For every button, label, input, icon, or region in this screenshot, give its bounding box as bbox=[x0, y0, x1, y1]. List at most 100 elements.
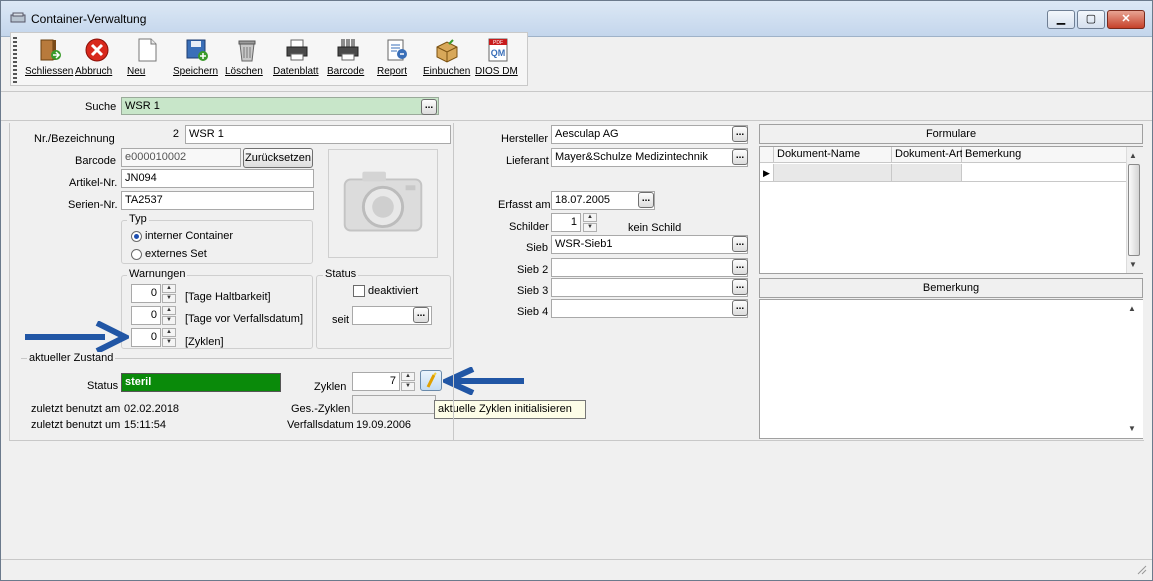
zyklen-warnung-label: [Zyklen] bbox=[185, 336, 224, 348]
formulare-scrollbar[interactable]: ▲ ▼ bbox=[1126, 147, 1143, 273]
einbuchen-label: Einbuchen bbox=[423, 66, 471, 77]
benutzt-am-label: zuletzt benutzt am bbox=[31, 403, 121, 415]
resize-grip-icon[interactable] bbox=[1135, 563, 1147, 575]
spin-up-icon[interactable]: ▲ bbox=[162, 284, 176, 293]
container-photo[interactable] bbox=[328, 149, 438, 258]
scroll-down-icon[interactable]: ▼ bbox=[1129, 260, 1137, 269]
tage-verfall-input[interactable]: 0 bbox=[131, 306, 161, 325]
grid-cell-name[interactable] bbox=[774, 164, 892, 182]
sieb2-field[interactable] bbox=[551, 258, 748, 277]
dios-dm-button[interactable]: PDF QM DIOS DM bbox=[475, 37, 521, 84]
sieb4-label: Sieb 4 bbox=[517, 306, 549, 318]
grid-corner bbox=[760, 147, 774, 163]
datenblatt-button[interactable]: Datenblatt bbox=[273, 37, 321, 84]
formulare-header: Formulare bbox=[759, 124, 1143, 144]
externes-set-radio[interactable] bbox=[131, 249, 142, 260]
tage-haltbarkeit-input[interactable]: 0 bbox=[131, 284, 161, 303]
loeschen-button[interactable]: Löschen bbox=[225, 37, 269, 84]
lieferant-lookup-button[interactable]: ... bbox=[732, 149, 748, 165]
tage-verfall-label: [Tage vor Verfallsdatum] bbox=[185, 313, 304, 325]
sieb3-field[interactable] bbox=[551, 278, 748, 297]
exit-door-icon bbox=[40, 39, 61, 61]
scroll-up-icon[interactable]: ▲ bbox=[1129, 151, 1137, 160]
lieferant-field[interactable]: Mayer&Schulze Medizintechnik bbox=[551, 148, 748, 167]
spin-up-icon[interactable]: ▲ bbox=[162, 328, 176, 337]
schilder-spinner[interactable]: ▲ ▼ bbox=[583, 213, 601, 232]
tage-verfall-spinner[interactable]: ▲ ▼ bbox=[162, 306, 180, 325]
toolbar-grip[interactable] bbox=[13, 37, 17, 83]
content-bottom-border bbox=[9, 440, 1144, 441]
spin-down-icon[interactable]: ▼ bbox=[583, 223, 597, 232]
zyklen-field[interactable]: 7 bbox=[352, 372, 400, 391]
col-dokument-art[interactable]: Dokument-Art bbox=[892, 147, 963, 163]
nr-field: 2 bbox=[121, 125, 183, 144]
barcode-field[interactable]: e000010002 bbox=[121, 148, 241, 167]
artikel-nr-field[interactable]: JN094 bbox=[121, 169, 314, 188]
dios-dm-icon: PDF QM bbox=[488, 38, 508, 62]
tage-haltbarkeit-label: [Tage Haltbarkeit] bbox=[185, 291, 271, 303]
report-button[interactable]: Report bbox=[377, 37, 417, 84]
seit-label: seit bbox=[332, 314, 350, 326]
spin-up-icon[interactable]: ▲ bbox=[401, 372, 415, 381]
zyklen-spinner[interactable]: ▲ ▼ bbox=[401, 372, 419, 391]
minimize-button[interactable]: ▁ bbox=[1047, 10, 1075, 29]
left-middle-divider bbox=[453, 123, 454, 440]
bemerkung-header: Bemerkung bbox=[759, 278, 1143, 298]
abbruch-label: Abbruch bbox=[75, 66, 113, 77]
seit-lookup-button[interactable]: ... bbox=[413, 307, 429, 323]
neu-button[interactable]: Neu bbox=[127, 37, 167, 84]
bemerkung-scrollbar[interactable]: ▲ ▼ bbox=[1126, 300, 1143, 438]
scroll-down-icon[interactable]: ▼ bbox=[1128, 424, 1136, 433]
barcode-button[interactable]: Barcode bbox=[327, 37, 369, 84]
datenblatt-label: Datenblatt bbox=[273, 66, 319, 77]
sieb3-lookup-button[interactable]: ... bbox=[732, 279, 748, 295]
schliessen-button[interactable]: Schliessen bbox=[25, 37, 73, 84]
search-lookup-button[interactable]: ... bbox=[421, 99, 437, 115]
zyklen-warnung-input[interactable]: 0 bbox=[131, 328, 161, 347]
sieb4-field[interactable] bbox=[551, 299, 748, 318]
grid-cell-art[interactable] bbox=[892, 164, 962, 182]
spin-up-icon[interactable]: ▲ bbox=[583, 213, 597, 222]
zuruecksetzen-button[interactable]: Zurücksetzen bbox=[243, 148, 313, 168]
interner-container-radio[interactable] bbox=[131, 231, 142, 242]
zyklen-warnung-spinner[interactable]: ▲ ▼ bbox=[162, 328, 180, 347]
search-input[interactable]: WSR 1 bbox=[121, 97, 439, 115]
scroll-up-icon[interactable]: ▲ bbox=[1128, 304, 1136, 313]
sieb3-label: Sieb 3 bbox=[517, 285, 549, 297]
ges-zyklen-label: Ges.-Zyklen bbox=[291, 403, 351, 415]
verfallsdatum-value: 19.09.2006 bbox=[356, 419, 412, 431]
typ-group-title: Typ bbox=[127, 213, 149, 225]
scroll-thumb[interactable] bbox=[1128, 164, 1140, 256]
hersteller-field[interactable]: Aesculap AG bbox=[551, 125, 748, 144]
spin-down-icon[interactable]: ▼ bbox=[401, 382, 415, 391]
close-window-button[interactable]: ✕ bbox=[1107, 10, 1145, 29]
grid-cell-bemerkung[interactable] bbox=[962, 164, 1126, 182]
zyklen-initialisieren-button[interactable] bbox=[420, 370, 442, 391]
verfallsdatum-label: Verfallsdatum bbox=[287, 419, 354, 431]
spin-down-icon[interactable]: ▼ bbox=[162, 316, 176, 325]
col-bemerkung[interactable]: Bemerkung bbox=[962, 147, 1126, 163]
hersteller-lookup-button[interactable]: ... bbox=[732, 126, 748, 142]
bezeichnung-field[interactable]: WSR 1 bbox=[185, 125, 451, 144]
erfasst-am-lookup-button[interactable]: ... bbox=[638, 192, 654, 208]
serien-nr-field[interactable]: TA2537 bbox=[121, 191, 314, 210]
sieb-lookup-button[interactable]: ... bbox=[732, 236, 748, 252]
spin-down-icon[interactable]: ▼ bbox=[162, 294, 176, 303]
spin-down-icon[interactable]: ▼ bbox=[162, 338, 176, 347]
speichern-button[interactable]: Speichern bbox=[173, 37, 221, 84]
col-dokument-name[interactable]: Dokument-Name bbox=[774, 147, 892, 163]
spin-up-icon[interactable]: ▲ bbox=[162, 306, 176, 315]
formulare-grid[interactable]: Dokument-Name Dokument-Art Bemerkung ▶ ▲… bbox=[759, 146, 1143, 274]
schilder-field[interactable]: 1 bbox=[551, 213, 581, 232]
einbuchen-button[interactable]: Einbuchen bbox=[423, 37, 471, 84]
pointer-arrow-left-head bbox=[95, 321, 129, 353]
abbruch-button[interactable]: Abbruch bbox=[75, 37, 119, 84]
sieb2-label: Sieb 2 bbox=[517, 264, 549, 276]
bemerkung-textarea[interactable]: ▲ ▼ bbox=[759, 299, 1143, 439]
maximize-button[interactable]: ▢ bbox=[1077, 10, 1105, 29]
sieb-field[interactable]: WSR-Sieb1 bbox=[551, 235, 748, 254]
tage-haltbarkeit-spinner[interactable]: ▲ ▼ bbox=[162, 284, 180, 303]
sieb2-lookup-button[interactable]: ... bbox=[732, 259, 748, 275]
deaktiviert-checkbox[interactable] bbox=[353, 285, 365, 297]
sieb4-lookup-button[interactable]: ... bbox=[732, 300, 748, 316]
